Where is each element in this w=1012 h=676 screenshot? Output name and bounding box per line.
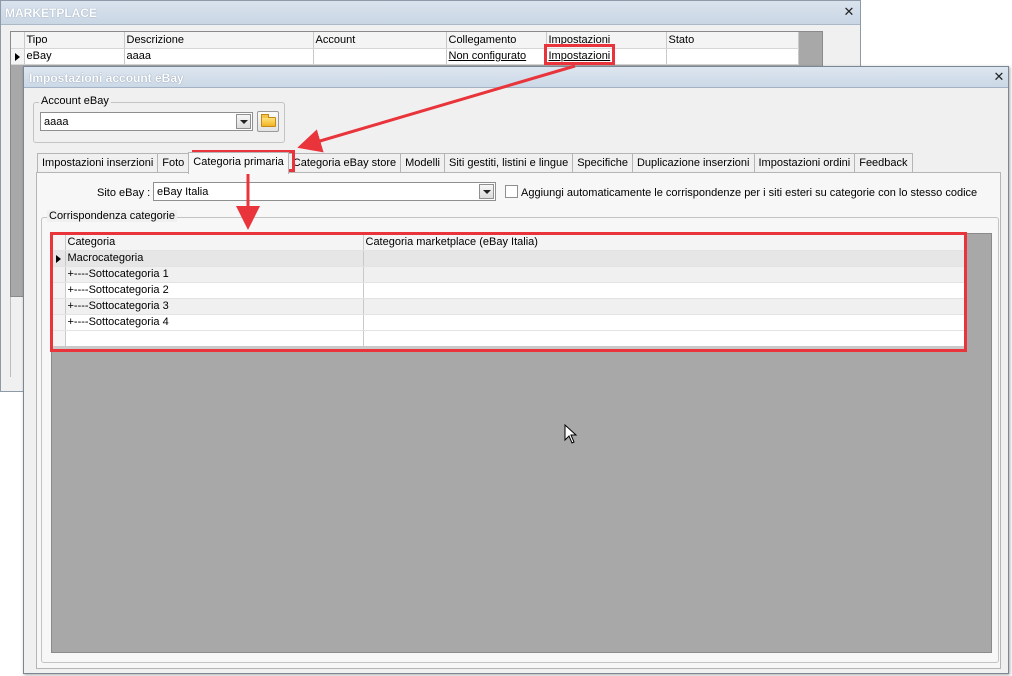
- category-grid: Categoria Categoria marketplace (eBay It…: [51, 233, 992, 653]
- tab-foto[interactable]: Foto: [157, 153, 190, 173]
- tab-panel-categoria-primaria: Sito eBay : eBay Italia Aggiungi automat…: [36, 172, 1001, 669]
- tab-modelli[interactable]: Modelli: [400, 153, 445, 173]
- cell-marketplace[interactable]: [363, 298, 966, 315]
- mapping-group-label: Corrispondenza categorie: [47, 210, 177, 222]
- marketplace-header-row: Tipo Descrizione Account Collegamento Im…: [11, 32, 799, 49]
- tab-categoria-ebay-store[interactable]: Categoria eBay store: [287, 153, 402, 173]
- cell-account: [313, 48, 447, 65]
- tab-feedback[interactable]: Feedback: [854, 153, 913, 173]
- marketplace-table: Tipo Descrizione Account Collegamento Im…: [11, 32, 799, 65]
- chevron-down-icon[interactable]: [236, 114, 251, 129]
- col-header-stato[interactable]: Stato: [666, 32, 799, 49]
- row-indicator: [52, 266, 66, 283]
- cell-marketplace[interactable]: [363, 250, 966, 267]
- col-header-impostazioni[interactable]: Impostazioni: [546, 32, 667, 49]
- row-indicator: [52, 298, 66, 315]
- tab-impostazioni-ordini[interactable]: Impostazioni ordini: [753, 153, 856, 173]
- row-header-corner: [52, 234, 66, 251]
- chevron-down-icon[interactable]: [479, 184, 494, 199]
- ebay-settings-dialog: Impostazioni account eBay ✕ Account eBay…: [23, 66, 1009, 674]
- auto-match-label: Aggiungi automaticamente le corrisponden…: [521, 187, 978, 199]
- tab-categoria-primaria[interactable]: Categoria primaria: [188, 152, 289, 174]
- cell-marketplace[interactable]: [363, 314, 966, 331]
- cell-categoria: Macrocategoria: [65, 250, 364, 267]
- row-indicator: [52, 250, 66, 267]
- current-row-icon: [15, 52, 20, 61]
- table-row[interactable]: eBay aaaa Non configurato Impostazioni: [11, 48, 799, 65]
- table-new-row[interactable]: [52, 330, 966, 347]
- tab-duplicazione-inserzioni[interactable]: Duplicazione inserzioni: [631, 153, 755, 173]
- account-select-value: aaaa: [44, 116, 69, 128]
- tab-siti-gestiti[interactable]: Siti gestiti, listini e lingue: [443, 153, 574, 173]
- cell-categoria-empty[interactable]: [65, 330, 364, 347]
- table-row[interactable]: Macrocategoria: [52, 250, 966, 267]
- auto-match-checkbox[interactable]: [505, 185, 518, 198]
- table-row[interactable]: +----Sottocategoria 1: [52, 266, 966, 283]
- site-select-value: eBay Italia: [157, 186, 209, 198]
- category-header-row: Categoria Categoria marketplace (eBay It…: [52, 234, 966, 251]
- mouse-pointer-icon: [564, 424, 578, 444]
- cell-categoria: +----Sottocategoria 1: [65, 266, 364, 283]
- row-header-corner: [11, 32, 25, 49]
- row-indicator: [11, 48, 25, 65]
- table-row[interactable]: +----Sottocategoria 4: [52, 314, 966, 331]
- account-group-label: Account eBay: [39, 95, 111, 107]
- cell-tipo: eBay: [24, 48, 125, 65]
- cell-marketplace[interactable]: [363, 266, 966, 283]
- marketplace-title: MARKETPLACE: [5, 6, 97, 20]
- cell-collegamento: Non configurato: [446, 48, 547, 65]
- cell-marketplace[interactable]: [363, 282, 966, 299]
- col-header-categoria-marketplace[interactable]: Categoria marketplace (eBay Italia): [363, 234, 966, 251]
- non-configurato-link[interactable]: Non configurato: [449, 50, 527, 62]
- category-table: Categoria Categoria marketplace (eBay It…: [52, 234, 966, 347]
- marketplace-titlebar: MARKETPLACE ✕: [1, 1, 860, 25]
- col-header-descrizione[interactable]: Descrizione: [124, 32, 314, 49]
- cell-descrizione: aaaa: [124, 48, 314, 65]
- current-row-icon: [56, 254, 61, 263]
- cell-stato: [666, 48, 799, 65]
- site-label: Sito eBay :: [97, 187, 151, 199]
- tab-strip: Impostazioni inserzioni Foto Categoria p…: [37, 152, 913, 174]
- cell-marketplace-empty[interactable]: [363, 330, 966, 347]
- dialog-title: Impostazioni account eBay: [29, 71, 184, 85]
- row-indicator: [52, 330, 66, 347]
- table-row[interactable]: +----Sottocategoria 2: [52, 282, 966, 299]
- dialog-titlebar: Impostazioni account eBay ✕: [24, 67, 1008, 88]
- tab-impostazioni-inserzioni[interactable]: Impostazioni inserzioni: [37, 153, 159, 173]
- tab-specifiche[interactable]: Specifiche: [572, 153, 633, 173]
- horizontal-scrollbar[interactable]: [52, 346, 966, 350]
- col-header-account[interactable]: Account: [313, 32, 447, 49]
- col-header-categoria[interactable]: Categoria: [65, 234, 364, 251]
- cell-impostazioni: Impostazioni: [546, 48, 667, 65]
- cell-categoria: +----Sottocategoria 4: [65, 314, 364, 331]
- row-indicator: [52, 314, 66, 331]
- cell-categoria: +----Sottocategoria 2: [65, 282, 364, 299]
- marketplace-lower-panel: [10, 297, 24, 377]
- account-select[interactable]: aaaa: [40, 112, 253, 131]
- folder-icon: [261, 114, 276, 127]
- col-header-collegamento[interactable]: Collegamento: [446, 32, 547, 49]
- table-row[interactable]: +----Sottocategoria 3: [52, 298, 966, 315]
- impostazioni-link[interactable]: Impostazioni: [549, 50, 611, 62]
- marketplace-close-icon[interactable]: ✕: [842, 5, 856, 19]
- cell-categoria: +----Sottocategoria 3: [65, 298, 364, 315]
- row-indicator: [52, 282, 66, 299]
- col-header-tipo[interactable]: Tipo: [24, 32, 125, 49]
- dialog-close-icon[interactable]: ✕: [992, 70, 1006, 84]
- open-account-button[interactable]: [257, 111, 279, 132]
- site-select[interactable]: eBay Italia: [153, 182, 496, 201]
